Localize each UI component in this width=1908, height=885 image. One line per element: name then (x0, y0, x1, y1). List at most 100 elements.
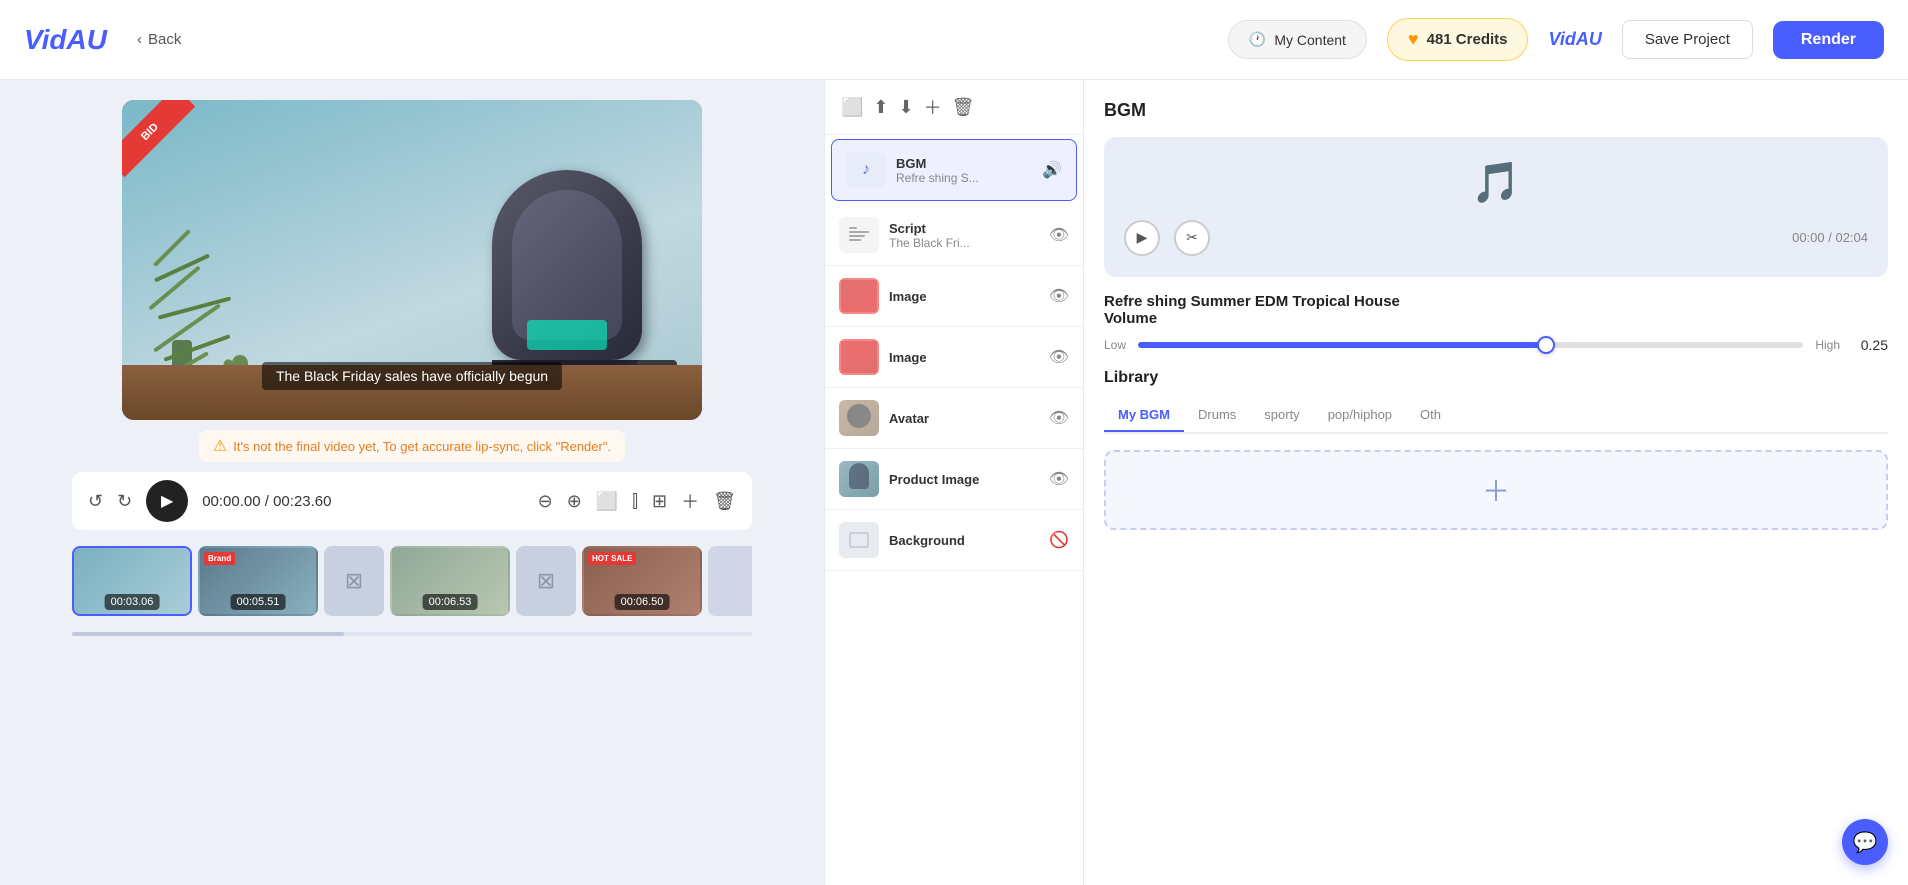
video-preview: BID The Black Friday sales have official… (122, 100, 702, 420)
add-bgm-button[interactable]: ＋ (1104, 450, 1888, 530)
thumbnail-5[interactable]: ⊠ (516, 546, 576, 616)
layer-name-script: Script (889, 221, 1039, 236)
layer-down-button[interactable]: ⬇ (899, 97, 914, 118)
add-button[interactable]: ＋ (681, 488, 699, 514)
lib-tab-drums[interactable]: Drums (1184, 399, 1250, 432)
thumbnail-4[interactable]: 00:06.53 (390, 546, 510, 616)
bgm-player: 🎵 ▶ ✂ 00:00 / 02:04 (1104, 137, 1888, 277)
layer-visibility-product[interactable]: 👁 (1049, 469, 1069, 489)
video-warning: ⚠ It's not the final video yet, To get a… (199, 430, 625, 462)
layer-name-image1: Image (889, 289, 1039, 304)
layer-sub-script: The Black Fri... (889, 236, 1039, 250)
layer-copy-button[interactable]: ⬜ (841, 97, 863, 118)
timeline-scrollbar[interactable] (72, 632, 752, 636)
layer-visibility-image1[interactable]: 👁 (1049, 286, 1069, 306)
thumb-icon-3: ⊠ (345, 568, 363, 594)
layer-product[interactable]: Product Image 👁 (825, 449, 1083, 510)
time-display: 00:00.00 / 00:23.60 (202, 493, 331, 510)
lib-tab-mybgm[interactable]: My BGM (1104, 399, 1184, 432)
bgm-play-button[interactable]: ▶ (1124, 220, 1160, 256)
library-title: Library (1104, 369, 1888, 387)
add-track-button[interactable]: ⊞ (652, 491, 667, 512)
layer-script[interactable]: Script The Black Fri... 👁 (825, 205, 1083, 266)
delete-button[interactable]: 🗑 (713, 491, 736, 512)
layer-name-bgm: BGM (896, 156, 1032, 171)
layer-add-button[interactable]: ＋ (924, 94, 942, 120)
redo-button[interactable]: ↻ (117, 491, 132, 512)
volume-low-label: Low (1104, 338, 1126, 352)
bgm-cut-button[interactable]: ✂ (1174, 220, 1210, 256)
credits-button[interactable]: ♥ 481 Credits (1387, 18, 1529, 61)
video-subtitle: The Black Friday sales have officially b… (262, 362, 562, 390)
lib-tab-sporty[interactable]: sporty (1250, 399, 1313, 432)
thumbnail-7[interactable] (708, 546, 752, 616)
volume-slider[interactable] (1138, 342, 1803, 348)
layer-name-background: Background (889, 533, 1039, 548)
heart-icon: ♥ (1408, 29, 1419, 50)
layer-bgm[interactable]: ♪ BGM Refre shing S... 🔊 (831, 139, 1077, 201)
layer-sub-bgm: Refre shing S... (896, 171, 1032, 185)
my-content-button[interactable]: 🕐 My Content (1228, 20, 1367, 59)
preview-area: BID The Black Friday sales have official… (0, 80, 824, 885)
chevron-left-icon: ‹ (137, 31, 142, 48)
layer-name-avatar: Avatar (889, 411, 1039, 426)
layer-thumb-image2 (839, 339, 879, 375)
playback-controls: ↺ ↻ ▶ 00:00.00 / 00:23.60 ⊖ ⊕ ⬜ ⫿ ⊞ ＋ 🗑 (72, 472, 752, 530)
library-section: Library My BGM Drums sporty pop/hiphop O… (1104, 369, 1888, 530)
undo-button[interactable]: ↺ (88, 491, 103, 512)
layer-visibility-background[interactable]: 🚫 (1049, 530, 1069, 550)
thumbnails-bar: 00:03.06 Brand 00:05.51 ⊠ 00:06.53 ⊠ H (72, 540, 752, 622)
layer-thumb-background (839, 522, 879, 558)
layer-up-button[interactable]: ⬆ (873, 97, 888, 118)
bgm-panel: BGM 🎵 ▶ ✂ 00:00 / 02:04 Refre shing Summ… (1084, 80, 1908, 885)
layer-thumb-avatar (839, 400, 879, 436)
split-button[interactable]: ⫿ (632, 491, 638, 512)
layer-visibility-script[interactable]: 👁 (1049, 225, 1069, 245)
layer-avatar[interactable]: Avatar 👁 (825, 388, 1083, 449)
layer-visibility-avatar[interactable]: 👁 (1049, 408, 1069, 428)
logo: VidAU (24, 24, 107, 56)
bgm-track-name: Refre shing Summer EDM Tropical House (1104, 293, 1888, 310)
lib-tab-pophiphop[interactable]: pop/hiphop (1314, 399, 1406, 432)
preview-speaker (492, 170, 642, 380)
chat-button[interactable]: 💬 (1842, 819, 1888, 865)
zoom-in-button[interactable]: ⊕ (567, 491, 582, 512)
volume-label: Volume (1104, 310, 1888, 327)
chat-icon: 💬 (1853, 830, 1878, 855)
fit-button[interactable]: ⬜ (596, 491, 618, 512)
layer-visibility-bgm[interactable]: 🔊 (1042, 160, 1062, 180)
thumbnail-2[interactable]: Brand 00:05.51 (198, 546, 318, 616)
layers-panel: ⬜ ⬆ ⬇ ＋ 🗑 ♪ BGM Refre shing S... 🔊 (824, 80, 1084, 885)
play-button[interactable]: ▶ (146, 480, 188, 522)
layer-image1[interactable]: Image 👁 (825, 266, 1083, 327)
thumbnail-6[interactable]: HOT SALE 00:06.50 (582, 546, 702, 616)
header: VidAU ‹ Back 🕐 My Content ♥ 481 Credits … (0, 0, 1908, 80)
preview-badge-wrap: BID (122, 100, 212, 190)
library-grid: ＋ (1104, 450, 1888, 530)
preview-badge: BID (122, 100, 195, 177)
thumbnail-3[interactable]: ⊠ (324, 546, 384, 616)
layer-name-product: Product Image (889, 472, 1039, 487)
layer-thumb-image1 (839, 278, 879, 314)
save-project-button[interactable]: Save Project (1622, 20, 1753, 59)
thumbnail-1[interactable]: 00:03.06 (72, 546, 192, 616)
zoom-out-button[interactable]: ⊖ (538, 491, 553, 512)
library-tabs: My BGM Drums sporty pop/hiphop Oth (1104, 399, 1888, 434)
layer-thumb-script (839, 217, 879, 253)
layer-image2[interactable]: Image 👁 (825, 327, 1083, 388)
back-button[interactable]: ‹ Back (137, 31, 181, 48)
layer-name-image2: Image (889, 350, 1039, 365)
lib-tab-other[interactable]: Oth (1406, 399, 1455, 432)
thumb-icon-5: ⊠ (537, 568, 555, 594)
bgm-music-icon: 🎵 (1471, 159, 1521, 206)
render-button[interactable]: Render (1773, 21, 1884, 59)
layer-visibility-image2[interactable]: 👁 (1049, 347, 1069, 367)
vidau-small-logo[interactable]: VidAU (1548, 29, 1601, 50)
main-content: BID The Black Friday sales have official… (0, 80, 1908, 885)
clock-icon: 🕐 (1249, 31, 1266, 48)
layer-background[interactable]: Background 🚫 (825, 510, 1083, 571)
layers-toolbar: ⬜ ⬆ ⬇ ＋ 🗑 (825, 80, 1083, 135)
volume-section: Volume Low High 0.25 (1104, 310, 1888, 353)
layer-delete-button[interactable]: 🗑 (952, 97, 975, 118)
layer-thumb-product (839, 461, 879, 497)
